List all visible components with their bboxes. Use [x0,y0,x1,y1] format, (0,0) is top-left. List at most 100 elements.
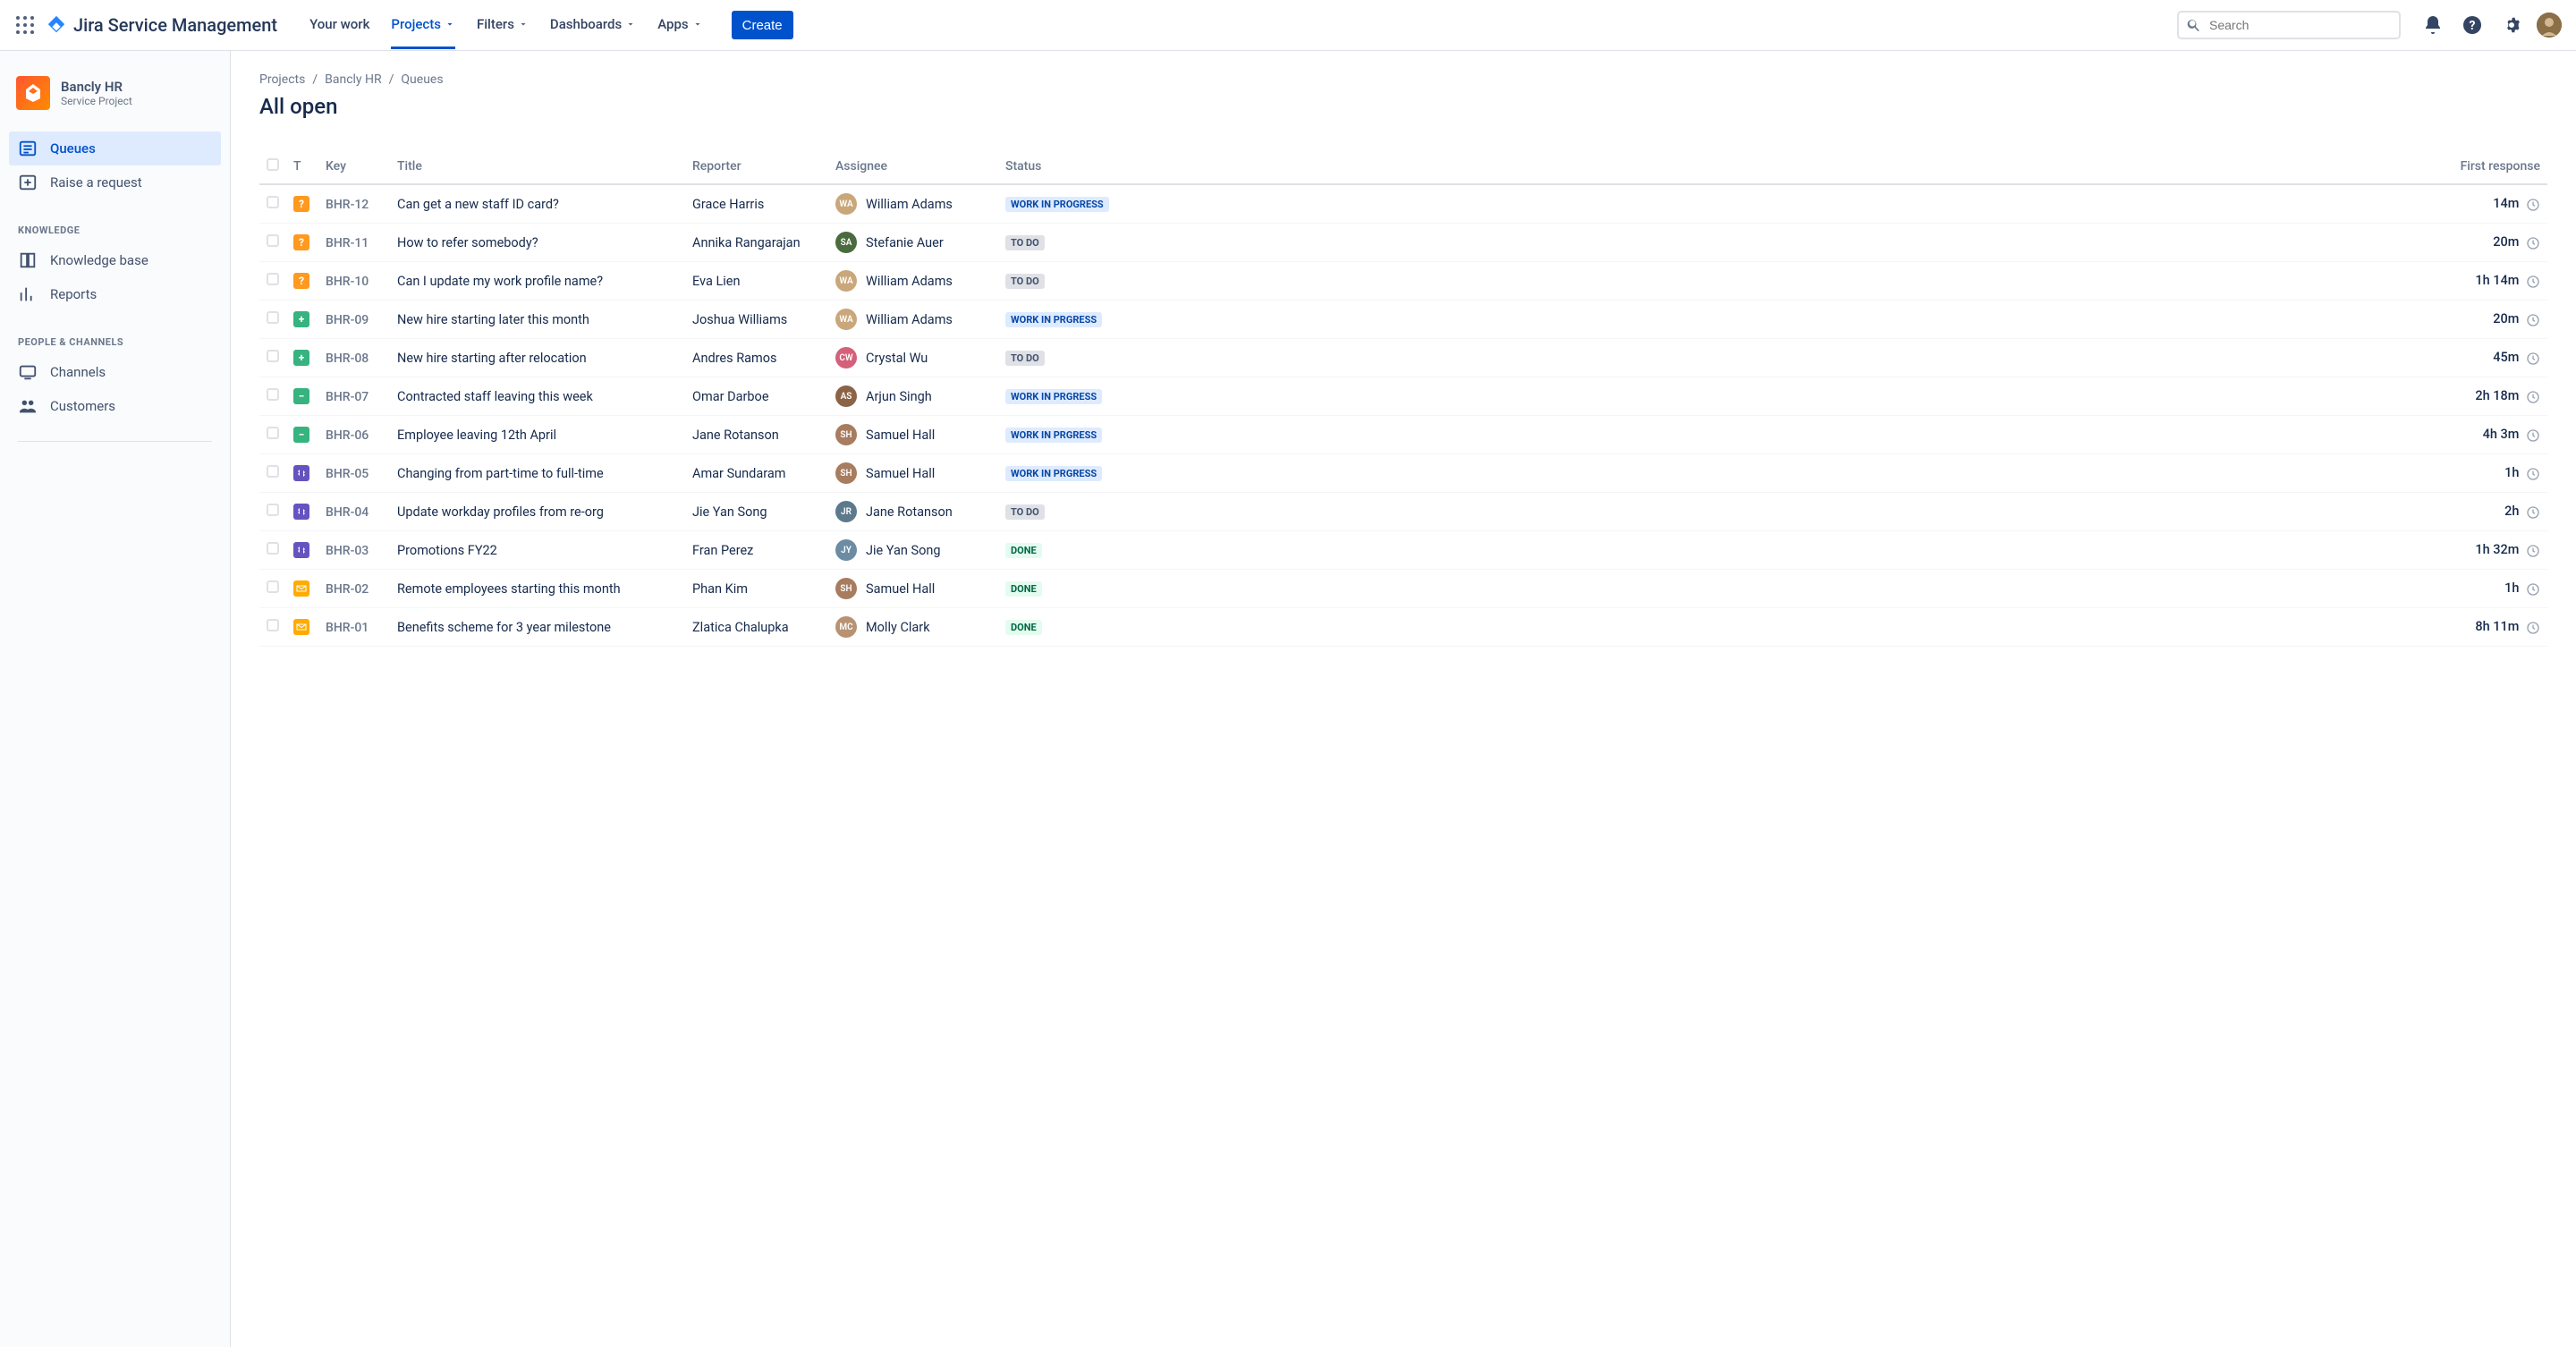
row-checkbox[interactable] [267,542,279,555]
sidebar-divider [18,441,212,442]
table-row[interactable]: ? BHR-10 Can I update my work profile na… [259,262,2547,301]
table-row[interactable]: BHR-02 Remote employees starting this mo… [259,570,2547,608]
nav-filters[interactable]: Filters [466,0,539,51]
profile-avatar[interactable] [2537,13,2562,38]
breadcrumb-projects[interactable]: Projects [259,72,305,87]
nav-projects-label: Projects [391,16,441,32]
row-checkbox[interactable] [267,427,279,439]
search-input[interactable] [2209,18,2392,32]
table-row[interactable]: BHR-01 Benefits scheme for 3 year milest… [259,608,2547,647]
col-header-status[interactable]: Status [998,151,1150,184]
issue-key[interactable]: BHR-04 [326,505,369,520]
row-checkbox[interactable] [267,273,279,285]
issue-title[interactable]: New hire starting later this month [397,312,589,327]
search-box[interactable] [2177,11,2401,39]
assignee-cell: SHSamuel Hall [835,462,991,484]
issue-title[interactable]: Benefits scheme for 3 year milestone [397,620,611,635]
col-header-type[interactable]: T [286,151,318,184]
assignee-cell: WAWilliam Adams [835,193,991,215]
select-all-checkbox[interactable] [267,158,279,171]
issue-title[interactable]: Can get a new staff ID card? [397,197,559,212]
sidebar-item-customers[interactable]: Customers [9,389,221,423]
settings-icon[interactable] [2497,11,2526,39]
first-response-cell: 1h 14m [1150,262,2547,301]
row-checkbox[interactable] [267,350,279,362]
issue-key[interactable]: BHR-05 [326,467,369,481]
status-badge: WORK IN PRGRESS [1005,389,1102,404]
issue-title[interactable]: Can I update my work profile name? [397,274,603,289]
issue-title[interactable]: Changing from part-time to full-time [397,466,604,481]
table-row[interactable]: BHR-05 Changing from part-time to full-t… [259,454,2547,493]
row-checkbox[interactable] [267,619,279,631]
table-row[interactable]: + BHR-09 New hire starting later this mo… [259,301,2547,339]
issue-key[interactable]: BHR-09 [326,313,369,327]
issue-key[interactable]: BHR-08 [326,352,369,366]
issue-key[interactable]: BHR-06 [326,428,369,443]
row-checkbox[interactable] [267,234,279,247]
table-row[interactable]: BHR-04 Update workday profiles from re-o… [259,493,2547,531]
help-icon[interactable]: ? [2458,11,2487,39]
sidebar-item-channels[interactable]: Channels [9,355,221,389]
assignee-cell: JYJie Yan Song [835,539,991,561]
product-logo[interactable]: Jira Service Management [47,14,277,36]
header-icons: ? [2419,11,2562,39]
sidebar-item-reports[interactable]: Reports [9,277,221,311]
assignee-name: William Adams [866,274,953,289]
issue-key[interactable]: BHR-07 [326,390,369,404]
notifications-icon[interactable] [2419,11,2447,39]
nav-apps[interactable]: Apps [647,0,713,51]
sidebar-item-knowledge-base[interactable]: Knowledge base [9,243,221,277]
table-row[interactable]: + BHR-08 New hire starting after relocat… [259,339,2547,377]
issue-title[interactable]: Remote employees starting this month [397,581,621,597]
issue-title[interactable]: Employee leaving 12th April [397,428,556,443]
reporter-name: Andres Ramos [685,339,828,377]
col-header-reporter[interactable]: Reporter [685,151,828,184]
issue-title[interactable]: Update workday profiles from re-org [397,504,604,520]
row-checkbox[interactable] [267,388,279,401]
table-row[interactable]: − BHR-07 Contracted staff leaving this w… [259,377,2547,416]
row-checkbox[interactable] [267,196,279,208]
row-checkbox[interactable] [267,580,279,593]
issue-key[interactable]: BHR-11 [326,236,369,250]
user-avatar: JY [835,539,857,561]
table-row[interactable]: ? BHR-11 How to refer somebody? Annika R… [259,224,2547,262]
breadcrumb-queues[interactable]: Queues [401,72,443,87]
table-row[interactable]: − BHR-06 Employee leaving 12th April Jan… [259,416,2547,454]
row-checkbox[interactable] [267,504,279,516]
issue-key[interactable]: BHR-01 [326,621,369,635]
nav-your-work[interactable]: Your work [299,0,380,51]
row-checkbox[interactable] [267,311,279,324]
reporter-name: Fran Perez [685,531,828,570]
issue-type-change-icon [293,465,309,481]
breadcrumb-project[interactable]: Bancly HR [325,72,382,87]
assignee-cell: WAWilliam Adams [835,309,991,330]
app-switcher-icon[interactable] [14,14,36,36]
row-checkbox[interactable] [267,465,279,478]
assignee-name: Samuel Hall [866,428,935,443]
first-response-cell: 4h 3m [1150,416,2547,454]
table-row[interactable]: BHR-03 Promotions FY22 Fran Perez JYJie … [259,531,2547,570]
issue-key[interactable]: BHR-03 [326,544,369,558]
issue-title[interactable]: Promotions FY22 [397,543,497,558]
status-badge: TO DO [1005,235,1045,250]
issue-title[interactable]: New hire starting after relocation [397,351,587,366]
sidebar-item-queues[interactable]: Queues [9,131,221,165]
issue-key[interactable]: BHR-02 [326,582,369,597]
create-button[interactable]: Create [732,11,793,39]
sidebar-item-label: Knowledge base [50,252,148,268]
col-header-first-response[interactable]: First response [1150,151,2547,184]
col-header-key[interactable]: Key [318,151,390,184]
issue-key[interactable]: BHR-12 [326,198,369,212]
issue-key[interactable]: BHR-10 [326,275,369,289]
first-response-cell: 2h 18m [1150,377,2547,416]
nav-projects[interactable]: Projects [380,0,466,51]
sidebar-item-raise-request[interactable]: Raise a request [9,165,221,199]
issue-title[interactable]: Contracted staff leaving this week [397,389,593,404]
col-header-assignee[interactable]: Assignee [828,151,998,184]
col-header-title[interactable]: Title [390,151,685,184]
table-row[interactable]: ? BHR-12 Can get a new staff ID card? Gr… [259,184,2547,224]
issue-title[interactable]: How to refer somebody? [397,235,538,250]
clock-icon [2526,352,2540,366]
nav-dashboards[interactable]: Dashboards [539,0,647,51]
project-header[interactable]: Bancly HR Service Project [9,69,221,117]
